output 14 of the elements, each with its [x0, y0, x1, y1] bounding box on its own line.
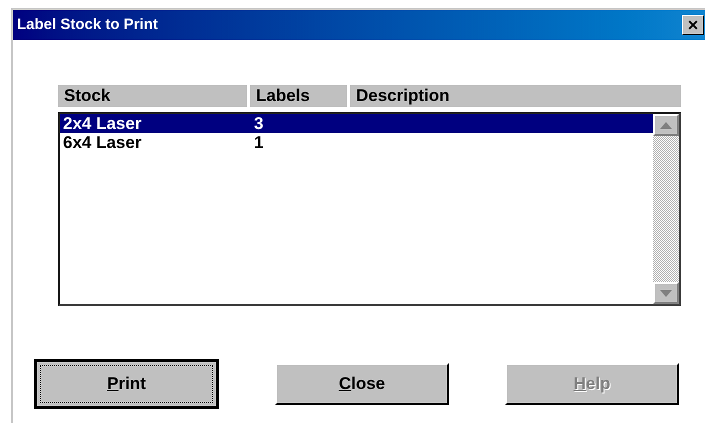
dialog-button[interactable]: Print	[34, 359, 219, 409]
column-header[interactable]: Labels	[250, 85, 347, 107]
up-arrow-icon	[660, 122, 672, 128]
scroll-down-button[interactable]	[653, 282, 679, 304]
list-row[interactable]: 6x4 Laser 1	[60, 133, 653, 152]
scroll-up-button[interactable]	[653, 114, 679, 136]
close-button[interactable]: ×	[682, 15, 704, 35]
scrollbar[interactable]	[653, 114, 679, 304]
window-title: Label Stock to Print	[17, 14, 158, 35]
dialog-button[interactable]: Close	[275, 363, 449, 405]
down-arrow-icon	[660, 290, 672, 296]
column-header[interactable]: Stock	[58, 85, 247, 107]
column-header[interactable]: Description	[350, 85, 681, 107]
list-row[interactable]: 2x4 Laser 3	[60, 114, 653, 133]
